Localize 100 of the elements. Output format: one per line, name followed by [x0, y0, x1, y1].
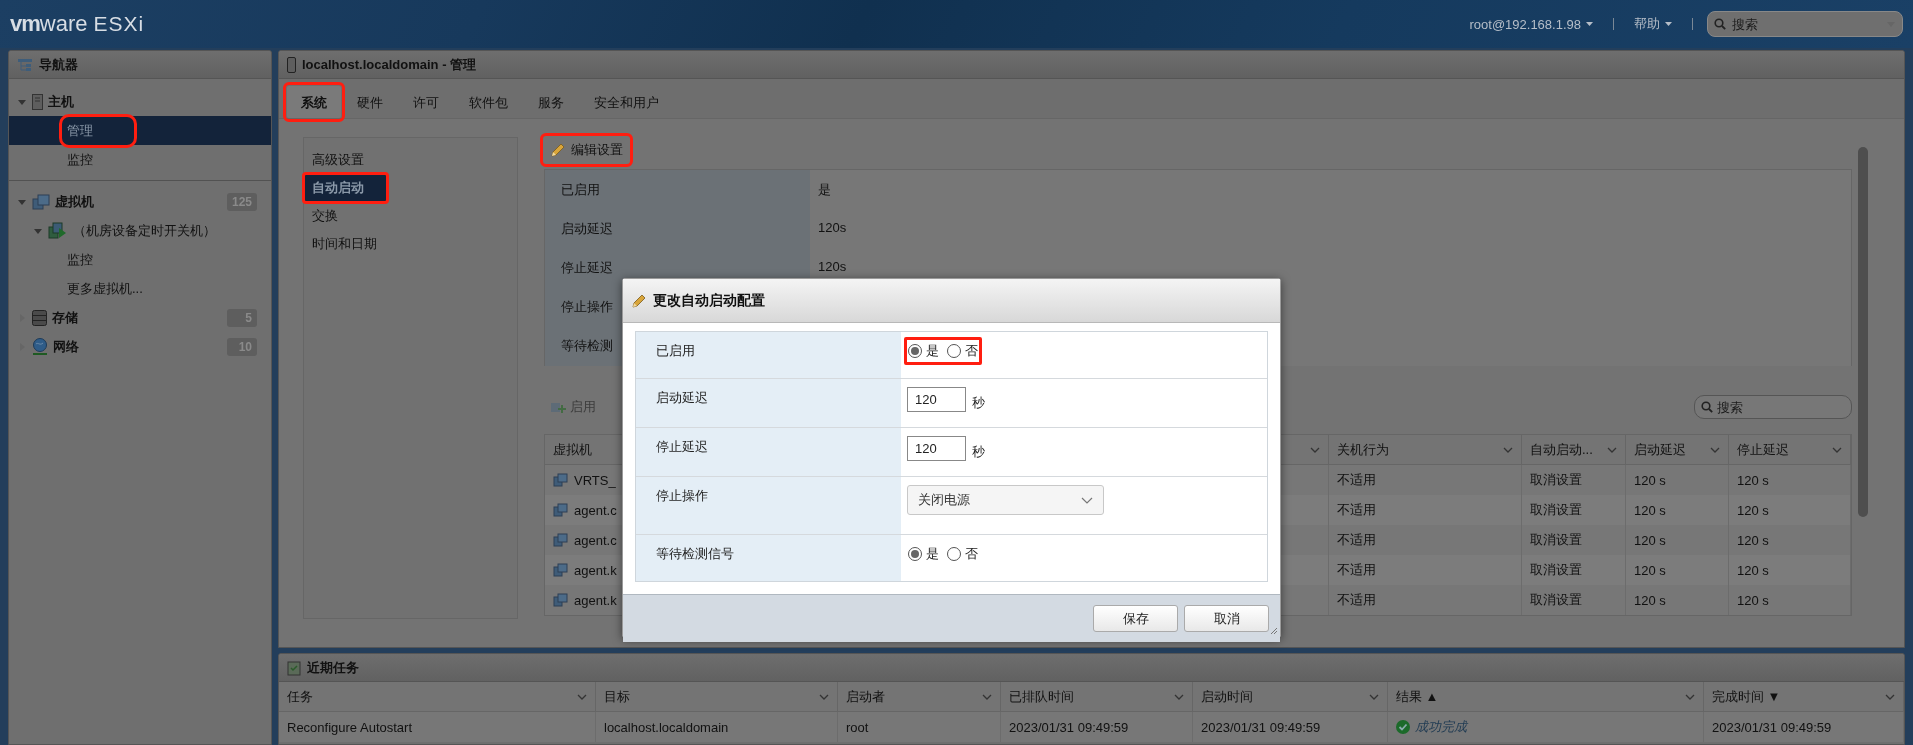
search-field[interactable]: 搜索: [1707, 11, 1903, 37]
search-icon: [1701, 401, 1713, 413]
nav-item[interactable]: （机房设备定时开关机）: [9, 216, 271, 245]
table-cell: 120 s: [1626, 555, 1729, 585]
chevron-down-icon[interactable]: [1685, 693, 1695, 700]
caret-down-icon[interactable]: [18, 197, 26, 206]
chevron-down-icon[interactable]: [1310, 446, 1320, 453]
tab[interactable]: 服务: [524, 86, 578, 118]
radio-option[interactable]: 是: [908, 342, 939, 360]
caret-down-icon[interactable]: [34, 226, 42, 235]
number-field[interactable]: 120: [907, 436, 966, 461]
vm-icon: [553, 503, 569, 517]
chevron-down-icon[interactable]: [1885, 693, 1895, 700]
tab[interactable]: 安全和用户: [580, 86, 673, 118]
tab[interactable]: 许可: [399, 86, 453, 118]
database-icon: [32, 309, 47, 326]
scrollbar[interactable]: [1858, 147, 1868, 517]
table-cell: 2023/01/31 09:49:59: [1001, 712, 1193, 742]
user-menu[interactable]: root@192.168.1.98: [1463, 15, 1599, 33]
sidebar-item[interactable]: 交换: [304, 202, 517, 230]
column-header[interactable]: 完成时间 ▼: [1704, 682, 1904, 712]
column-header[interactable]: 启动延迟: [1626, 435, 1729, 465]
tree-icon: [17, 57, 33, 72]
setting-value: 是: [810, 170, 1851, 210]
setting-label: 已启用: [545, 170, 810, 210]
table-cell: Reconfigure Autostart: [279, 712, 596, 742]
save-button[interactable]: 保存: [1093, 605, 1178, 632]
caret-down-icon: [1665, 22, 1672, 26]
table-cell: 120 s: [1626, 465, 1729, 495]
column-header[interactable]: 启动者: [838, 682, 1001, 712]
vm-add-icon: [550, 400, 566, 414]
tab[interactable]: 软件包: [455, 86, 522, 118]
table-cell: 120 s: [1729, 525, 1851, 555]
column-header[interactable]: 任务: [279, 682, 596, 712]
table-cell: 取消设置: [1522, 525, 1626, 555]
column-header[interactable]: 自动启动...: [1522, 435, 1626, 465]
caret-down-icon[interactable]: [18, 97, 26, 106]
column-header[interactable]: 目标: [596, 682, 838, 712]
chevron-down-icon[interactable]: [1710, 446, 1720, 453]
nav-item[interactable]: 监控: [9, 145, 271, 174]
dropdown[interactable]: 关闭电源: [907, 485, 1104, 515]
table-cell: 取消设置: [1522, 585, 1626, 615]
table-cell: 不适用: [1329, 525, 1522, 555]
table-cell: 120 s: [1729, 495, 1851, 525]
check-circle-icon: [1396, 720, 1410, 734]
chevron-down-icon[interactable]: [1503, 446, 1513, 453]
chevron-down-icon: [1081, 496, 1093, 504]
search-icon: [1714, 18, 1726, 30]
resize-grip-icon[interactable]: [1270, 627, 1278, 635]
table-cell: root: [838, 712, 1001, 742]
table-cell: 2023/01/31 09:49:59: [1704, 712, 1904, 742]
cancel-button[interactable]: 取消: [1184, 605, 1269, 632]
unit-label: 秒: [972, 394, 985, 412]
table-cell: 取消设置: [1522, 465, 1626, 495]
table-cell: 120 s: [1626, 585, 1729, 615]
table-cell: 成功完成: [1388, 712, 1704, 742]
column-header[interactable]: 已排队时间: [1001, 682, 1193, 712]
pencil-icon: [631, 292, 647, 309]
radio-option[interactable]: 否: [947, 342, 978, 360]
column-header[interactable]: 启动时间: [1193, 682, 1388, 712]
clipboard-icon: [287, 659, 301, 676]
stacked-windows-icon: [32, 193, 50, 210]
unit-label: 秒: [972, 443, 985, 461]
column-header[interactable]: 结果 ▲: [1388, 682, 1704, 712]
chevron-down-icon[interactable]: [982, 693, 992, 700]
nav-item[interactable]: 更多虚拟机...: [9, 274, 271, 303]
chevron-down-icon[interactable]: [1174, 693, 1184, 700]
chevron-down-icon[interactable]: [1832, 446, 1842, 453]
table-cell: 120 s: [1626, 495, 1729, 525]
chevron-down-icon[interactable]: [1607, 446, 1617, 453]
field-label: 等待检测信号: [636, 535, 901, 581]
globe-icon: [32, 337, 48, 356]
sidebar-item[interactable]: 高级设置: [304, 146, 517, 174]
nav-item[interactable]: 管理: [9, 116, 271, 145]
chevron-down-icon[interactable]: [577, 693, 587, 700]
field-label: 已启用: [636, 332, 901, 378]
phone-device-icon: [287, 56, 296, 73]
tab[interactable]: 硬件: [343, 86, 397, 118]
table-cell: 不适用: [1329, 585, 1522, 615]
nav-item[interactable]: 主机: [9, 87, 271, 116]
field-label: 启动延迟: [636, 379, 901, 427]
vm-icon: [553, 563, 569, 577]
column-header[interactable]: 停止延迟: [1729, 435, 1851, 465]
chevron-down-icon[interactable]: [1369, 693, 1379, 700]
table-cell: 取消设置: [1522, 555, 1626, 585]
vm-icon: [553, 473, 569, 487]
sidebar-item[interactable]: 时间和日期: [304, 230, 517, 258]
edit-settings-button[interactable]: 编辑设置: [544, 137, 629, 163]
table-cell: 120 s: [1729, 465, 1851, 495]
column-header[interactable]: 关机行为: [1329, 435, 1522, 465]
setting-value: 120s: [810, 209, 1851, 249]
chevron-down-icon[interactable]: [819, 693, 829, 700]
search-field[interactable]: 搜索: [1694, 395, 1852, 419]
table-cell: 120 s: [1729, 555, 1851, 585]
help-menu[interactable]: 帮助: [1628, 14, 1678, 34]
number-field[interactable]: 120: [907, 387, 966, 412]
sidebar-item[interactable]: 自动启动: [304, 174, 387, 202]
nav-item[interactable]: 监控: [9, 245, 271, 274]
caret-down-icon: [1586, 22, 1593, 26]
panel-header: 导航器: [9, 51, 271, 79]
